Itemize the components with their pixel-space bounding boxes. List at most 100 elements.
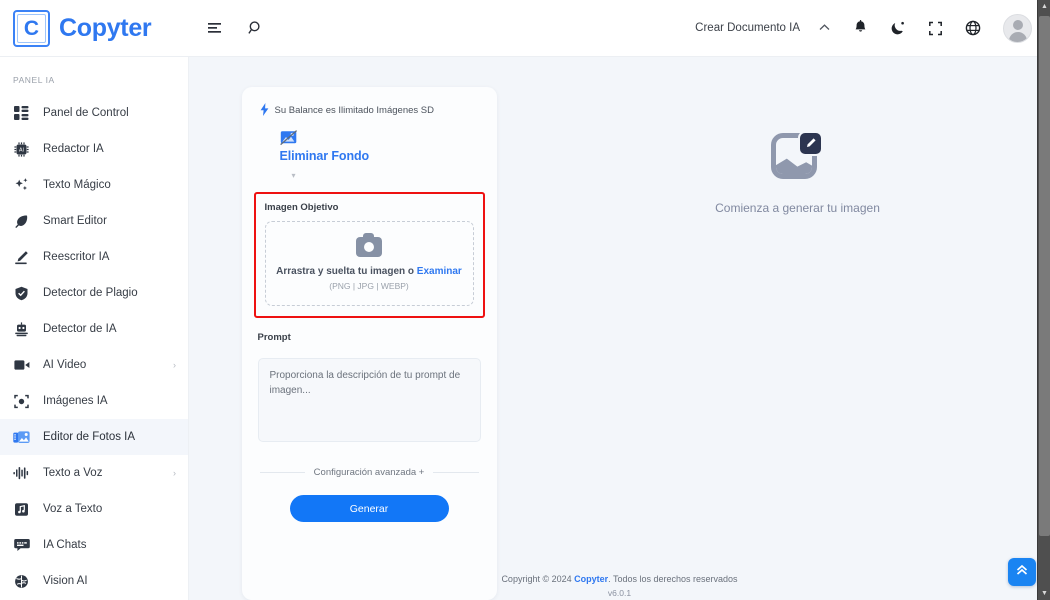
sidebar-item-editor-de-fotos-ia[interactable]: Editor de Fotos IA <box>0 419 188 455</box>
sidebar-item-label: Vision AI <box>43 575 88 587</box>
balance-text: Su Balance es Ilimitado Imágenes SD <box>274 105 434 116</box>
dashboard-icon <box>13 106 30 120</box>
sidebar-item-label: Reescritor IA <box>43 251 110 263</box>
image-edit-icon <box>771 131 824 181</box>
footer-brand[interactable]: Copyter <box>574 574 608 584</box>
sidebar-item-label: Editor de Fotos IA <box>43 431 136 443</box>
sidebar-item-label: Voz a Texto <box>43 503 103 515</box>
globe-icon[interactable] <box>965 20 981 36</box>
divider-left <box>259 472 305 473</box>
feather-icon <box>13 214 30 229</box>
sidebar-item-panel-de-control[interactable]: Panel de Control <box>0 95 188 131</box>
sidebar-item-texto-magico[interactable]: Texto Mágico <box>0 167 188 203</box>
avatar-head <box>1012 19 1023 30</box>
sidebar-item-label: Redactor IA <box>43 143 104 155</box>
moon-icon[interactable] <box>890 20 906 36</box>
chat-bubble-icon <box>13 538 30 552</box>
main-content: Su Balance es Ilimitado Imágenes SD Elim… <box>189 57 1050 600</box>
sidebar-item-chevron: › <box>173 360 176 370</box>
prompt-label: Prompt <box>257 332 291 343</box>
sidebar-item-detector-de-plagio[interactable]: Detector de Plagio <box>0 275 188 311</box>
target-image-label: Imagen Objetivo <box>264 202 339 213</box>
avatar-body <box>1008 31 1027 42</box>
music-note-icon <box>13 502 30 517</box>
empty-state: Comienza a generar tu imagen <box>715 131 880 215</box>
top-bar: C Copyter Crear Documento IA <box>0 0 1050 57</box>
topbar-right-group: Crear Documento IA <box>695 13 1032 43</box>
target-image-block: Imagen Objetivo Arrastra y suelta tu ima… <box>253 192 485 318</box>
sidebar-item-voz-a-texto[interactable]: Voz a Texto <box>0 491 188 527</box>
main-inner: Su Balance es Ilimitado Imágenes SD Elim… <box>189 57 1050 600</box>
sidebar-item-label: IA Chats <box>43 539 87 551</box>
advanced-settings-row[interactable]: Configuración avanzada + <box>259 467 479 478</box>
image-dropzone[interactable]: Arrastra y suelta tu imagen o Examinar (… <box>264 221 474 306</box>
chevron-down-icon[interactable]: ▾ <box>280 171 485 180</box>
scrollbar-up-arrow-icon[interactable]: ▲ <box>1038 0 1050 13</box>
sidebar-item-vision-ai[interactable]: Vision AI <box>0 563 188 599</box>
app-root: C Copyter Crear Documento IA PANEL IA Pa… <box>0 0 1050 600</box>
chevron-up-icon[interactable] <box>818 21 831 35</box>
tool-selector[interactable]: Eliminar Fondo ▾ <box>254 118 485 180</box>
preview-column: Comienza a generar tu imagen <box>545 87 1050 600</box>
chip-ai-icon: AI <box>13 141 30 157</box>
avatar[interactable] <box>1003 13 1032 43</box>
footer-copyright: Copyright © 2024 Copyter. Todos los dere… <box>189 574 1050 584</box>
bell-icon[interactable] <box>853 20 868 36</box>
prompt-input[interactable] <box>257 358 481 442</box>
prompt-block: Prompt <box>254 332 485 447</box>
svg-text:AI: AI <box>19 147 24 153</box>
generator-card: Su Balance es Ilimitado Imágenes SD Elim… <box>241 87 497 600</box>
sidebar-item-label: Panel de Control <box>43 107 129 119</box>
scrollbar-down-arrow-icon[interactable]: ▼ <box>1038 587 1050 600</box>
advanced-settings-label[interactable]: Configuración avanzada + <box>314 467 425 478</box>
generate-button[interactable]: Generar <box>289 495 449 522</box>
photo-editor-icon <box>13 430 30 445</box>
sidebar-item-label: Texto Mágico <box>43 179 111 191</box>
brand-logo[interactable]: C Copyter <box>0 9 189 47</box>
footer-copyright-suffix: . Todos los derechos reservados <box>608 574 738 584</box>
sidebar: PANEL IA Panel de Control AI Redactor IA… <box>0 57 189 600</box>
footer-version: v6.0.1 <box>607 588 632 598</box>
sidebar-item-smart-editor[interactable]: Smart Editor <box>0 203 188 239</box>
scroll-to-top-button[interactable] <box>1008 558 1036 586</box>
footer-copyright-prefix: Copyright © 2024 <box>501 574 572 584</box>
divider-right <box>433 472 479 473</box>
double-chevron-up-icon <box>1015 563 1029 582</box>
dropzone-text: Arrastra y suelta tu imagen o <box>276 266 414 277</box>
menu-lines-icon[interactable] <box>207 21 224 36</box>
brand-mark-letter: C <box>23 16 40 40</box>
sidebar-item-ia-chats[interactable]: IA Chats <box>0 527 188 563</box>
brain-icon <box>13 574 30 589</box>
sidebar-item-label: Detector de IA <box>43 323 117 335</box>
sidebar-item-label: AI Video <box>43 359 87 371</box>
dropzone-instruction: Arrastra y suelta tu imagen o Examinar <box>274 266 465 277</box>
search-icon[interactable] <box>248 20 264 36</box>
camera-icon <box>356 233 382 257</box>
sidebar-section-title: PANEL IA <box>13 75 55 85</box>
sidebar-item-redactor-ia[interactable]: AI Redactor IA <box>0 131 188 167</box>
fullscreen-icon[interactable] <box>928 21 943 36</box>
sidebar-item-texto-a-voz[interactable]: Texto a Voz › <box>0 455 188 491</box>
generator-column: Su Balance es Ilimitado Imágenes SD Elim… <box>189 87 545 600</box>
create-document-button[interactable]: Crear Documento IA <box>695 22 800 34</box>
image-hill <box>776 158 813 174</box>
robot-icon <box>13 321 30 337</box>
page-scrollbar[interactable]: ▲ ▼ <box>1037 0 1050 600</box>
sidebar-item-reescritor-ia[interactable]: Reescritor IA <box>0 239 188 275</box>
image-frame-icon <box>13 394 30 409</box>
sidebar-item-label: Smart Editor <box>43 215 107 227</box>
sidebar-item-label: Detector de Plagio <box>43 287 138 299</box>
sparkles-icon <box>13 177 30 193</box>
brand-name: Copyter <box>59 13 152 42</box>
sidebar-item-detector-de-ia[interactable]: Detector de IA <box>0 311 188 347</box>
sidebar-item-ai-video[interactable]: AI Video › <box>0 347 188 383</box>
sidebar-item-label: Texto a Voz <box>43 467 103 479</box>
body-row: PANEL IA Panel de Control AI Redactor IA… <box>0 57 1050 600</box>
scrollbar-thumb[interactable] <box>1039 16 1050 536</box>
browse-link[interactable]: Examinar <box>417 266 462 277</box>
bolt-icon <box>260 103 269 118</box>
sidebar-item-imagenes-ia[interactable]: Imágenes IA <box>0 383 188 419</box>
empty-state-text: Comienza a generar tu imagen <box>715 201 880 215</box>
remove-background-icon <box>279 130 299 146</box>
pencil-icon <box>13 250 30 265</box>
